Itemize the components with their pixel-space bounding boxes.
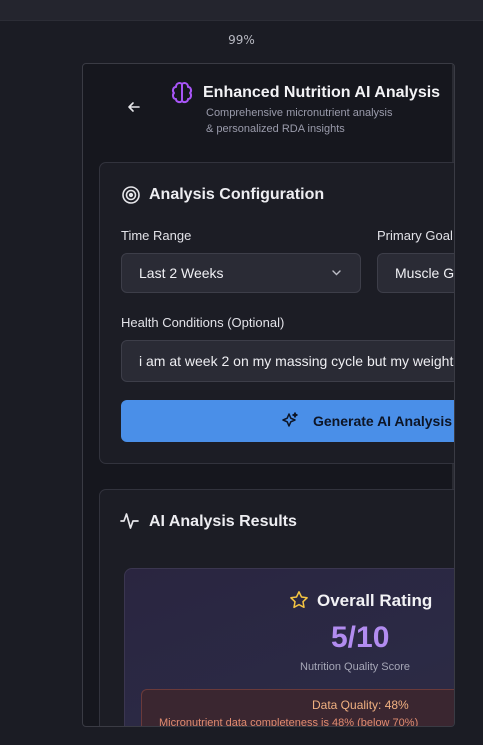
generate-ai-analysis-button[interactable]: Generate AI Analysis bbox=[121, 400, 454, 442]
subtitle-line-2: & personalized RDA insights bbox=[206, 123, 345, 135]
app-frame: Enhanced Nutrition AI Analysis Comprehen… bbox=[82, 63, 455, 727]
subtitle-line-1: Comprehensive micronutrient analysis bbox=[206, 107, 393, 119]
results-section-title: AI Analysis Results bbox=[149, 513, 297, 530]
config-section-title: Analysis Configuration bbox=[149, 186, 325, 203]
analysis-configuration-card: Analysis Configuration Time Range Last 2… bbox=[99, 162, 455, 464]
brain-icon bbox=[169, 80, 195, 106]
overall-rating-panel: Overall Rating 5/10 Nutrition Quality Sc… bbox=[124, 568, 454, 727]
chevron-down-icon bbox=[331, 254, 342, 292]
browser-top-bar bbox=[0, 0, 483, 21]
primary-goal-select[interactable]: Muscle Gain bbox=[377, 253, 455, 293]
activity-icon bbox=[120, 511, 140, 536]
time-range-select[interactable]: Last 2 Weeks bbox=[121, 253, 361, 293]
zoom-level: 99% bbox=[228, 33, 255, 47]
sparkles-icon bbox=[281, 400, 299, 442]
health-conditions-input[interactable]: i am at week 2 on my massing cycle but m… bbox=[121, 340, 454, 382]
page-title: Enhanced Nutrition AI Analysis bbox=[203, 84, 441, 101]
page-subtitle: Comprehensive micronutrient analysis & p… bbox=[206, 105, 392, 137]
time-range-value: Last 2 Weeks bbox=[139, 265, 224, 281]
rating-score: 5/10 bbox=[331, 621, 390, 654]
overall-rating-title: Overall Rating bbox=[317, 591, 433, 610]
time-range-label: Time Range bbox=[121, 228, 192, 243]
ai-analysis-results-card: AI Analysis Results Overall Rating 5/10 … bbox=[99, 489, 454, 727]
data-quality-warning: Data Quality: 48% Micronutrient data com… bbox=[141, 689, 454, 727]
star-icon bbox=[289, 590, 309, 615]
generate-button-label: Generate AI Analysis bbox=[313, 413, 453, 429]
rating-caption: Nutrition Quality Score bbox=[300, 661, 411, 673]
target-icon bbox=[121, 185, 141, 210]
back-arrow-icon[interactable] bbox=[127, 100, 141, 117]
data-quality-note: Micronutrient data completeness is 48% (… bbox=[159, 717, 419, 727]
primary-goal-value: Muscle Gain bbox=[395, 265, 455, 281]
primary-goal-label: Primary Goal bbox=[377, 228, 453, 243]
data-quality-title: Data Quality: 48% bbox=[312, 698, 409, 712]
health-conditions-label: Health Conditions (Optional) bbox=[121, 315, 285, 330]
